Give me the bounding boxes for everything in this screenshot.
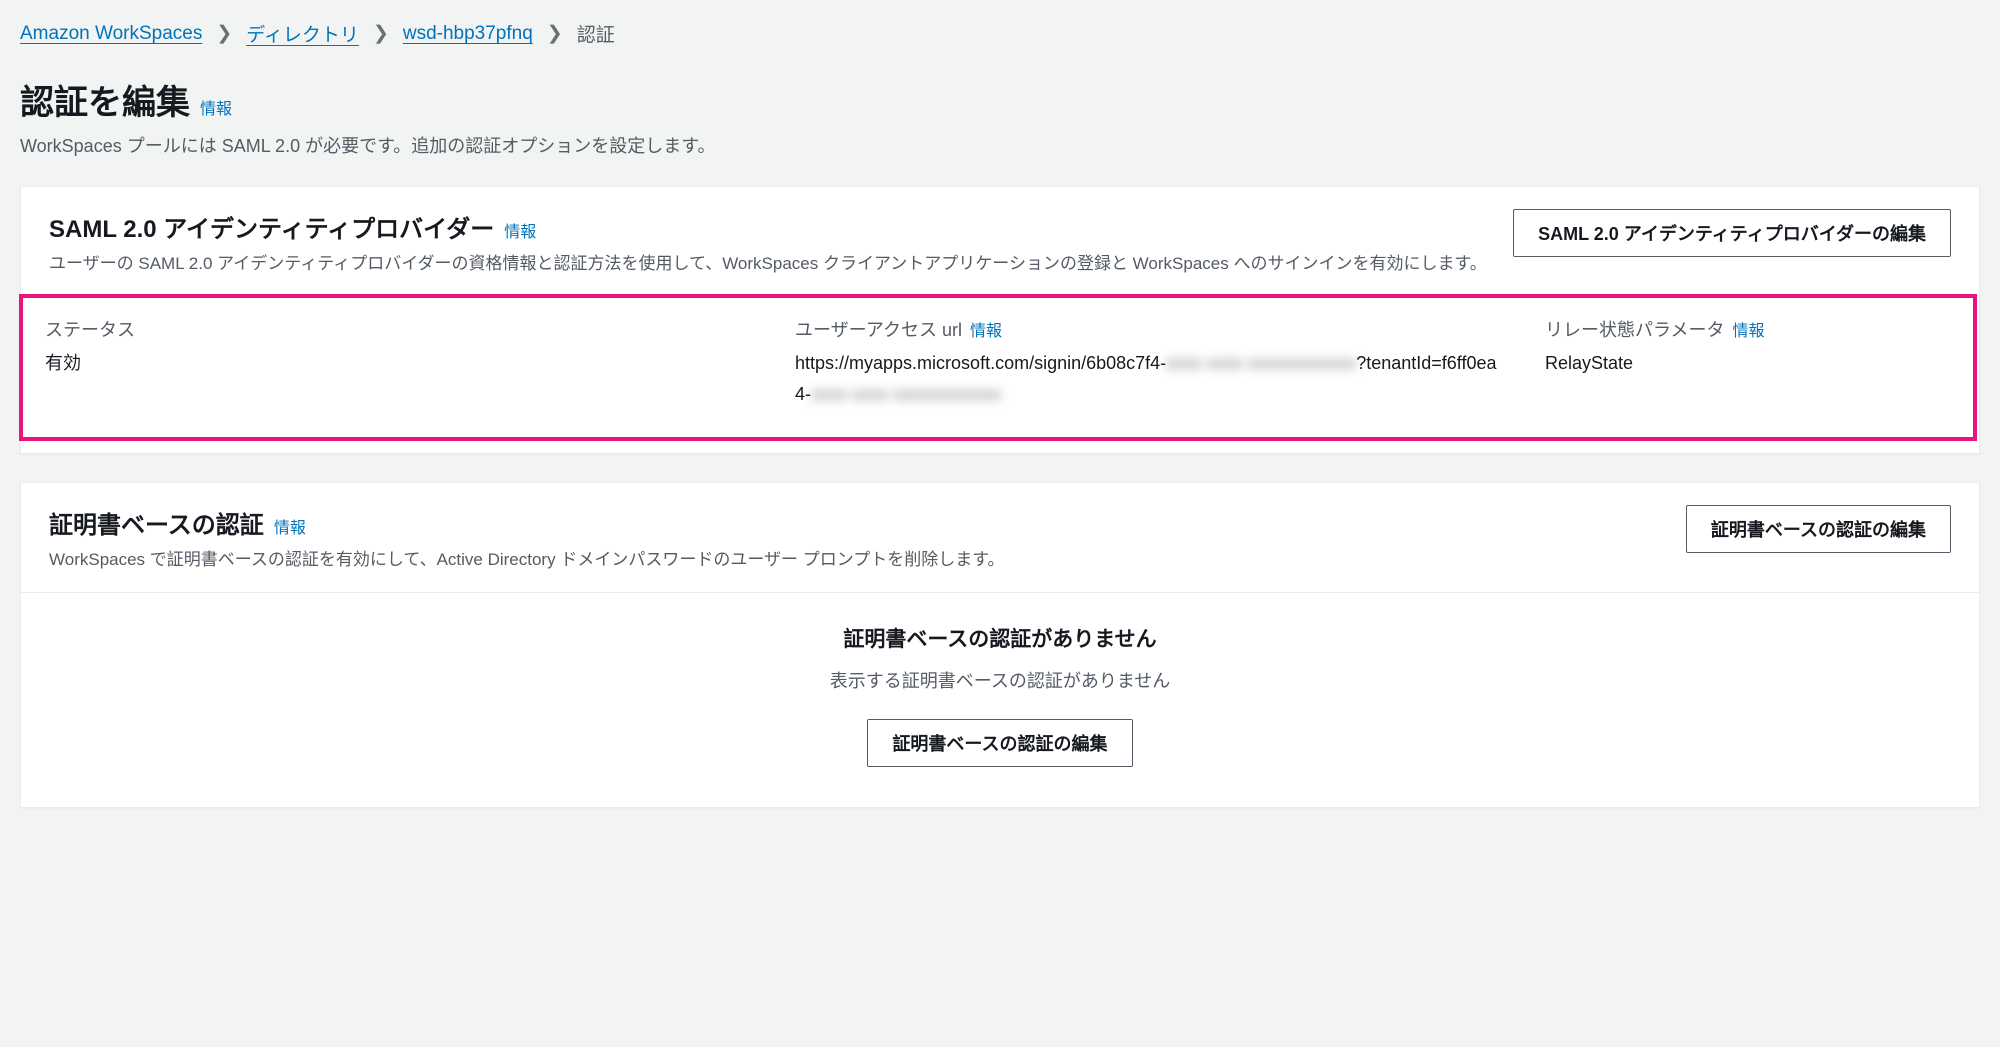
- relay-state-label: リレー状態パラメータ: [1545, 316, 1724, 342]
- breadcrumb-directory-id[interactable]: wsd-hbp37pfnq: [403, 23, 533, 45]
- relay-state-info-link[interactable]: 情報: [1732, 317, 1764, 341]
- relay-state-cell: リレー状態パラメータ 情報 RelayState: [1523, 298, 1973, 437]
- cert-panel-title: 証明書ベースの認証: [49, 505, 264, 540]
- breadcrumb: Amazon WorkSpaces ❯ ディレクトリ ❯ wsd-hbp37pf…: [20, 20, 1980, 47]
- saml-provider-panel: SAML 2.0 アイデンティティプロバイダー 情報 ユーザーの SAML 2.…: [20, 186, 1980, 454]
- user-access-url-info-link[interactable]: 情報: [970, 317, 1002, 341]
- breadcrumb-current: 認証: [577, 20, 615, 47]
- edit-cert-auth-button-empty[interactable]: 証明書ベースの認証の編集: [867, 719, 1132, 767]
- status-label: ステータス: [45, 316, 135, 342]
- cert-empty-state: 証明書ベースの認証がありません 表示する証明書ベースの認証がありません 証明書ベ…: [21, 593, 1979, 807]
- breadcrumb-workspaces[interactable]: Amazon WorkSpaces: [20, 23, 202, 45]
- user-access-url-value: https://myapps.microsoft.com/signin/6b08…: [795, 348, 1501, 409]
- cert-panel-info-link[interactable]: 情報: [274, 514, 306, 538]
- url-redacted-2: xxxx xxxx xxxxxxxxxxxx: [811, 384, 1001, 404]
- status-value: 有効: [45, 348, 751, 379]
- page-description: WorkSpaces プールには SAML 2.0 が必要です。追加の認証オプシ…: [20, 132, 1980, 158]
- edit-saml-provider-button[interactable]: SAML 2.0 アイデンティティプロバイダーの編集: [1513, 209, 1951, 257]
- saml-panel-title: SAML 2.0 アイデンティティプロバイダー: [49, 209, 494, 244]
- chevron-right-icon: ❯: [216, 22, 232, 45]
- chevron-right-icon: ❯: [547, 22, 563, 45]
- cert-auth-panel: 証明書ベースの認証 情報 WorkSpaces で証明書ベースの認証を有効にして…: [20, 482, 1980, 807]
- chevron-right-icon: ❯: [373, 22, 389, 45]
- saml-details-grid: ステータス 有効 ユーザーアクセス url 情報 https://myapps.…: [19, 294, 1977, 441]
- saml-panel-info-link[interactable]: 情報: [504, 218, 536, 242]
- page-info-link[interactable]: 情報: [200, 95, 232, 119]
- cert-panel-description: WorkSpaces で証明書ベースの認証を有効にして、Active Direc…: [49, 546, 1686, 573]
- cert-empty-title: 証明書ベースの認証がありません: [49, 623, 1951, 653]
- page-header: 認証を編集 情報 WorkSpaces プールには SAML 2.0 が必要です…: [20, 75, 1980, 158]
- user-access-url-cell: ユーザーアクセス url 情報 https://myapps.microsoft…: [773, 298, 1523, 437]
- user-access-url-label: ユーザーアクセス url: [795, 316, 962, 342]
- page-title: 認証を編集: [20, 75, 190, 124]
- breadcrumb-directories[interactable]: ディレクトリ: [246, 20, 359, 47]
- url-redacted-1: xxxx xxxx xxxxxxxxxxxx: [1166, 353, 1356, 373]
- saml-panel-description: ユーザーの SAML 2.0 アイデンティティプロバイダーの資格情報と認証方法を…: [49, 250, 1513, 277]
- status-cell: ステータス 有効: [23, 298, 773, 437]
- edit-cert-auth-button[interactable]: 証明書ベースの認証の編集: [1686, 505, 1951, 553]
- relay-state-value: RelayState: [1545, 348, 1951, 379]
- url-part-1: https://myapps.microsoft.com/signin/6b08…: [795, 353, 1166, 373]
- cert-empty-description: 表示する証明書ベースの認証がありません: [49, 667, 1951, 693]
